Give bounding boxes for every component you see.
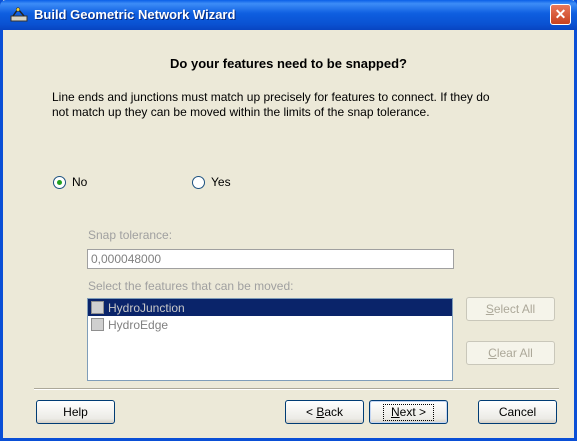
select-all-button[interactable]: Select All (466, 297, 555, 321)
focus-rect: Next > (382, 404, 435, 421)
back-button[interactable]: < Back (285, 400, 364, 424)
window-title: Build Geometric Network Wizard (34, 7, 236, 22)
radio-no[interactable]: No (53, 175, 87, 189)
radio-no-label: No (72, 175, 88, 189)
checkbox[interactable] (91, 318, 104, 331)
radio-no-indicator[interactable] (53, 175, 66, 189)
snap-tolerance-label: Snap tolerance: (88, 228, 173, 242)
features-label: Select the features that can be moved: (88, 279, 294, 293)
cancel-button[interactable]: Cancel (478, 400, 557, 424)
help-button[interactable]: Help (36, 400, 115, 424)
snap-tolerance-input[interactable]: 0,000048000 (87, 249, 454, 269)
page-heading: Do your features need to be snapped? (170, 56, 407, 71)
title-bar[interactable]: Build Geometric Network Wizard ✕ (0, 0, 577, 30)
list-item-label: HydroEdge (108, 317, 169, 332)
next-button[interactable]: Next > (369, 400, 448, 424)
radio-yes-indicator[interactable] (192, 175, 205, 189)
features-listbox[interactable]: HydroJunction HydroEdge (87, 298, 453, 381)
radio-yes[interactable]: Yes (192, 175, 231, 189)
separator (34, 388, 559, 390)
description-text: Line ends and junctions must match up pr… (52, 90, 490, 119)
wizard-dialog: Build Geometric Network Wizard ✕ Do your… (0, 0, 577, 441)
list-item-label: HydroJunction (108, 300, 185, 315)
clear-all-button[interactable]: Clear All (466, 341, 555, 365)
network-wizard-icon (10, 7, 28, 22)
list-item[interactable]: HydroEdge (88, 316, 452, 333)
checkbox[interactable] (91, 301, 104, 314)
list-item[interactable]: HydroJunction (88, 299, 452, 316)
radio-yes-label: Yes (211, 175, 231, 189)
close-button[interactable]: ✕ (550, 4, 571, 25)
close-icon: ✕ (554, 6, 567, 22)
